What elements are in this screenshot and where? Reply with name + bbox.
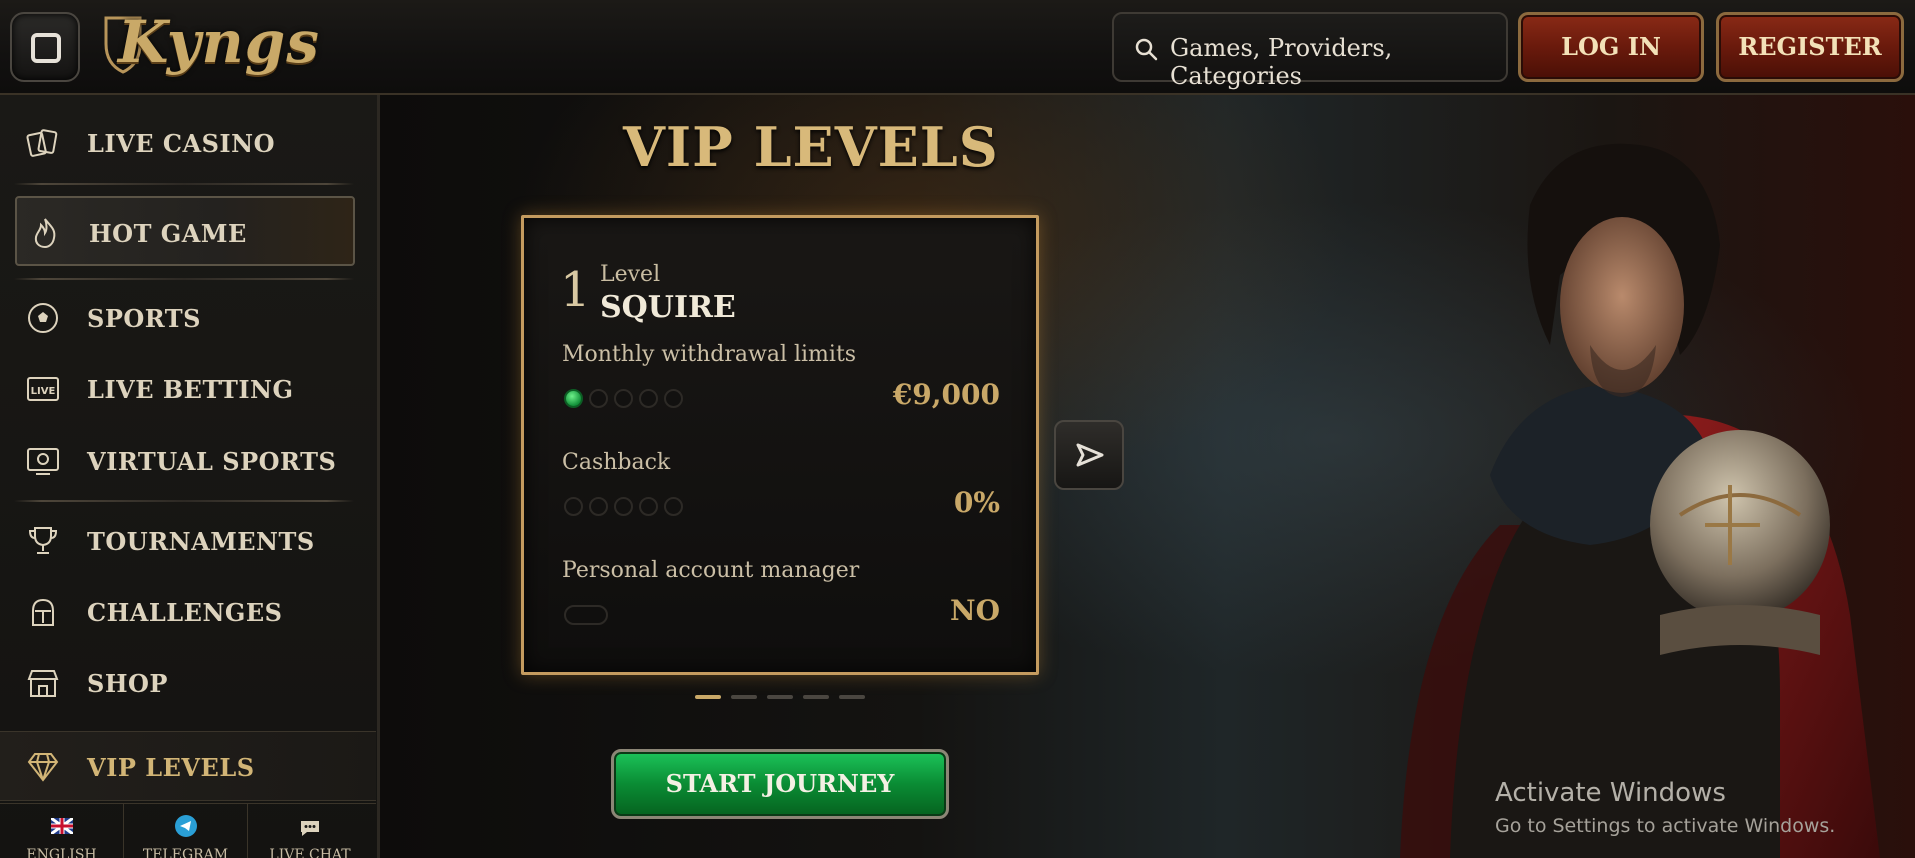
dot <box>664 497 683 516</box>
svg-text:LIVE: LIVE <box>31 386 56 397</box>
uk-flag-icon <box>50 818 73 834</box>
tab-label: LIVE CHAT <box>269 847 351 858</box>
search-icon <box>1135 38 1158 61</box>
pager-dot[interactable] <box>839 695 865 699</box>
main-content: VIP LEVELS 1 Level SQUIRE Monthly withdr… <box>380 95 1915 858</box>
cards-icon <box>26 129 58 157</box>
knight-hero-image <box>1400 143 1880 858</box>
logo-text: Kyngs <box>118 8 320 76</box>
dot <box>614 497 633 516</box>
dot <box>614 389 633 408</box>
sidebar-item-vip-levels[interactable]: VIP LEVELS <box>0 731 376 801</box>
menu-toggle-button[interactable] <box>10 12 80 82</box>
monitor-icon <box>27 448 59 475</box>
manager-label: Personal account manager <box>562 558 860 583</box>
sidebar-item-label: HOT GAME <box>89 219 247 248</box>
pager-dot[interactable] <box>767 695 793 699</box>
sidebar-item-label: VIP LEVELS <box>87 753 255 782</box>
sidebar-item-label: SHOP <box>87 669 168 698</box>
shop-icon <box>27 670 59 697</box>
dot <box>589 497 608 516</box>
sidebar-item-label: TOURNAMENTS <box>87 527 315 556</box>
divider <box>14 500 354 502</box>
level-number: 1 <box>560 262 591 318</box>
sidebar-item-label: LIVE CASINO <box>87 129 275 158</box>
os-activation-watermark-title: Activate Windows <box>1495 778 1726 808</box>
sidebar-bottom-tabs: ENGLISH TELEGRAM LIVE CHAT <box>0 803 376 858</box>
tab-live-chat[interactable]: LIVE CHAT <box>248 804 372 858</box>
dot <box>589 389 608 408</box>
carousel-pager <box>695 695 875 701</box>
sidebar-item-shop[interactable]: SHOP <box>0 653 376 713</box>
level-name: SQUIRE <box>600 290 736 325</box>
trophy-icon <box>28 527 58 554</box>
vip-level-card: 1 Level SQUIRE Monthly withdrawal limits… <box>521 215 1039 675</box>
tab-label: ENGLISH <box>26 847 97 858</box>
dot <box>639 497 658 516</box>
sidebar-item-live-casino[interactable]: LIVE CASINO <box>0 113 376 173</box>
sidebar-item-label: VIRTUAL SPORTS <box>87 447 337 476</box>
login-button[interactable]: LOG IN <box>1518 12 1704 82</box>
sidebar-item-virtual-sports[interactable]: VIRTUAL SPORTS <box>0 431 376 491</box>
dot <box>639 389 658 408</box>
divider <box>14 183 354 185</box>
sidebar-item-tournaments[interactable]: TOURNAMENTS <box>0 511 376 571</box>
search-placeholder: Games, Providers, Categories <box>1170 34 1393 90</box>
tab-label: TELEGRAM <box>142 847 229 858</box>
telegram-icon <box>174 815 197 837</box>
sidebar-item-hot-game[interactable]: HOT GAME <box>15 196 355 266</box>
sidebar-item-label: CHALLENGES <box>87 598 283 627</box>
sidebar-item-label: LIVE BETTING <box>87 375 294 404</box>
top-header: Kyngs Games, Providers, Categories LOG I… <box>0 0 1915 95</box>
pager-dot[interactable] <box>731 695 757 699</box>
sidebar: LIVE CASINO HOT GAME SPORTS LIVE LIVE BE… <box>0 95 380 858</box>
sidebar-item-live-betting[interactable]: LIVE LIVE BETTING <box>0 359 376 419</box>
register-button[interactable]: REGISTER <box>1716 12 1904 82</box>
page-title: VIP LEVELS <box>623 115 999 179</box>
pager-dot[interactable] <box>803 695 829 699</box>
search-input[interactable]: Games, Providers, Categories <box>1112 12 1508 90</box>
sidebar-item-challenges[interactable]: CHALLENGES <box>0 582 376 642</box>
sidebar-item-sports[interactable]: SPORTS <box>0 288 376 348</box>
cashback-value: 0% <box>953 486 1000 519</box>
next-level-button[interactable] <box>1054 420 1124 490</box>
dot <box>564 389 583 408</box>
menu-icon <box>31 33 61 63</box>
withdrawal-label: Monthly withdrawal limits <box>562 342 857 367</box>
cashback-dots <box>564 497 689 517</box>
diamond-icon <box>27 753 59 782</box>
pager-dot[interactable] <box>695 695 721 699</box>
dot <box>564 497 583 516</box>
manager-value: NO <box>950 594 1000 627</box>
live-icon: LIVE <box>27 377 59 401</box>
divider <box>14 278 354 280</box>
withdrawal-dots <box>564 389 689 409</box>
tab-language[interactable]: ENGLISH <box>0 804 124 858</box>
dot <box>664 389 683 408</box>
level-word: Level <box>600 262 661 287</box>
chat-icon <box>301 821 319 836</box>
helmet-icon <box>32 598 54 626</box>
flame-icon <box>34 218 56 249</box>
withdrawal-value: €9,000 <box>892 378 1000 411</box>
os-activation-watermark-text: Go to Settings to activate Windows. <box>1495 815 1836 837</box>
sidebar-item-label: SPORTS <box>87 304 201 333</box>
cashback-label: Cashback <box>562 450 671 475</box>
manager-toggle-indicator <box>564 605 608 625</box>
arrow-right-icon <box>1076 443 1104 467</box>
start-journey-button[interactable]: START JOURNEY <box>611 749 949 819</box>
ball-icon <box>28 303 58 333</box>
tab-telegram[interactable]: TELEGRAM <box>124 804 248 858</box>
